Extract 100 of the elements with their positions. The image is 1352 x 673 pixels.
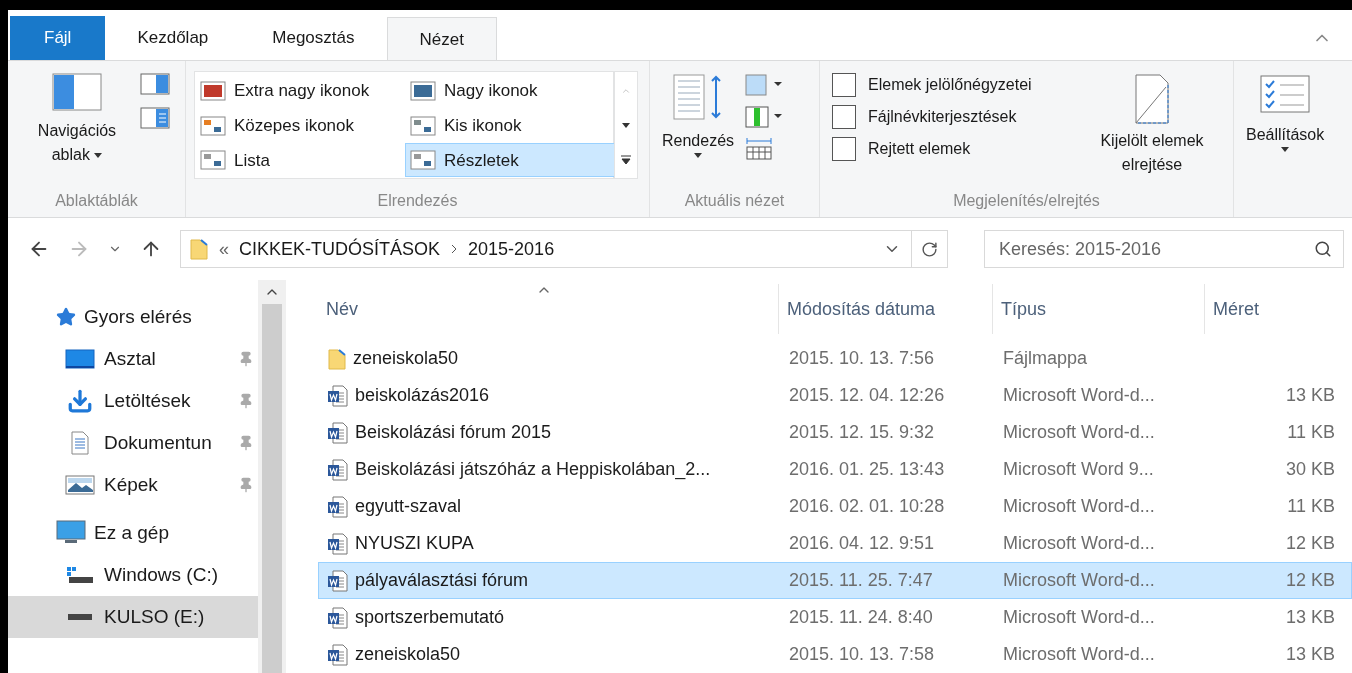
file-row[interactable]: beiskolázás2016 2015. 12. 04. 12:26 Microsoft Word-d... 13 KB xyxy=(318,377,1352,414)
column-header[interactable]: Név xyxy=(318,284,778,334)
type-cell-text: Fájlmappa xyxy=(1002,347,1089,370)
overflow-chevron[interactable]: « xyxy=(219,235,229,263)
checkbox[interactable] xyxy=(832,73,856,97)
checkbox[interactable] xyxy=(832,105,856,129)
file-name: zeneiskola50 xyxy=(353,347,459,370)
file-row[interactable]: sportszerbemutató 2015. 11. 24. 8:40 Microsoft Word-d... 13 KB xyxy=(318,599,1352,636)
navigation-pane-button[interactable]: Navigációs ablak xyxy=(22,73,132,189)
options-button[interactable]: Beállítások xyxy=(1246,75,1325,152)
nav-item[interactable]: Letöltések xyxy=(8,380,258,422)
file-name: beiskolázás2016 xyxy=(355,384,490,407)
type-cell-text: Microsoft Word-d... xyxy=(1002,421,1156,444)
file-name: sportszerbemutató xyxy=(355,606,505,629)
ribbon-tab[interactable]: Nézet xyxy=(386,17,497,61)
column-header[interactable]: Típus xyxy=(992,284,1204,334)
size-cell: 12 KB xyxy=(1285,533,1335,553)
breadcrumb-chevron-icon[interactable] xyxy=(450,244,459,254)
view-mode-icon xyxy=(200,115,226,136)
layout-option[interactable]: Kis ikonok xyxy=(405,108,615,143)
scrollbar[interactable] xyxy=(258,280,286,673)
word-document-icon xyxy=(327,569,349,592)
size-cell: 13 KB xyxy=(1285,385,1335,405)
column-header[interactable]: Módosítás dátuma xyxy=(778,284,992,334)
file-row[interactable]: egyutt-szaval 2016. 02. 01. 10:28 Microsoft Word-d... 11 KB xyxy=(318,488,1352,525)
details-pane-icon[interactable] xyxy=(140,107,170,131)
layout-option[interactable]: Lista xyxy=(195,143,405,178)
checkbox-label: Rejtett elemek xyxy=(868,139,971,159)
type-cell-text: Microsoft Word-d... xyxy=(1002,384,1156,407)
address-bar[interactable]: « CIKKEK-TUDÓSÍTÁSOK 2015-2016 xyxy=(180,230,948,268)
word-document-icon xyxy=(327,532,349,555)
expand-gallery-icon[interactable] xyxy=(621,155,631,165)
date-cell-text: 2015. 10. 13. 7:58 xyxy=(788,643,936,666)
folder-icon xyxy=(189,238,209,260)
pin-icon[interactable] xyxy=(238,435,254,451)
scrollbar-thumb[interactable] xyxy=(262,304,282,673)
navigation-pane-icon xyxy=(52,73,102,111)
scroll-down-icon xyxy=(622,123,630,128)
group-by-icon[interactable] xyxy=(744,73,785,97)
checkbox-label: Fájlnévkiterjesztések xyxy=(868,107,1017,127)
type-cell-text: Microsoft Word 9... xyxy=(1002,458,1155,481)
hidden-page-icon xyxy=(1132,73,1172,125)
refresh-icon[interactable] xyxy=(921,240,938,258)
ribbon-tab[interactable]: Megosztás xyxy=(240,16,387,60)
search-icon[interactable] xyxy=(1314,240,1332,258)
ribbon-tab[interactable]: Kezdőlap xyxy=(105,16,241,60)
computer-icon xyxy=(56,520,86,546)
checkbox[interactable] xyxy=(832,137,856,161)
breadcrumb[interactable]: CIKKEK-TUDÓSÍTÁSOK xyxy=(239,235,441,263)
nav-item[interactable]: Ez a gép xyxy=(8,512,258,554)
breadcrumb[interactable]: 2015-2016 xyxy=(468,235,555,263)
file-name: zeneiskola50 xyxy=(355,643,461,666)
word-document-icon xyxy=(327,643,349,666)
pin-icon[interactable] xyxy=(238,351,254,367)
hide-selected-button[interactable]: Kijelölt elemek elrejtése xyxy=(1082,73,1222,189)
date-cell-text: 2015. 11. 25. 7:47 xyxy=(788,569,934,592)
search-field[interactable]: Keresés: 2015-2016 xyxy=(984,230,1344,268)
size-cell: 13 KB xyxy=(1285,607,1335,627)
desktop-icon xyxy=(65,348,95,370)
view-mode-icon xyxy=(410,150,436,171)
file-name: Beiskolázási játszóház a Heppiskolában_2... xyxy=(355,458,711,482)
size-cell: 12 KB xyxy=(1285,570,1335,590)
file-name: pályaválasztási fórum xyxy=(355,569,529,592)
fit-columns-icon[interactable] xyxy=(744,137,775,161)
caret-icon xyxy=(1281,147,1290,152)
preview-pane-icon[interactable] xyxy=(140,73,170,97)
options-icon xyxy=(1260,75,1311,113)
layout-option[interactable]: Extra nagy ikonok xyxy=(195,74,405,108)
size-cell: 30 KB xyxy=(1285,459,1335,479)
word-document-icon xyxy=(327,495,349,518)
pin-icon[interactable] xyxy=(238,477,254,493)
file-name: NYUSZI KUPA xyxy=(355,532,474,555)
type-cell-text: Microsoft Word-d... xyxy=(1002,532,1156,555)
caret-icon xyxy=(694,153,702,158)
file-row[interactable]: pályaválasztási fórum 2015. 11. 25. 7:47 Microsoft Word-d... 12 KB xyxy=(318,562,1352,599)
nav-item[interactable]: KULSO (E:) xyxy=(8,596,258,638)
word-document-icon xyxy=(327,458,349,481)
file-row[interactable]: Beiskolázási fórum 2015 2015. 12. 15. 9:32 Microsoft Word-d... 11 KB xyxy=(318,414,1352,451)
nav-item[interactable]: Windows (C:) xyxy=(8,554,258,596)
file-row[interactable]: Beiskolázási játszóház a Heppiskolában_2... 2016. 01. 25. 13:43 Microsoft Word 9... 30 KB xyxy=(318,451,1352,488)
file-row[interactable]: zeneiskola50 2015. 10. 13. 7:58 Microsoft Word-d... 13 KB xyxy=(318,636,1352,673)
layout-option[interactable]: Közepes ikonok xyxy=(195,108,405,143)
file-row[interactable]: NYUSZI KUPA 2016. 04. 12. 9:51 Microsoft Word-d... 12 KB xyxy=(318,525,1352,562)
sort-button[interactable]: Rendezés xyxy=(662,73,735,189)
file-row[interactable]: zeneiskola50 2015. 10. 13. 7:56 Fájlmappa xyxy=(318,340,1352,377)
view-mode-icon xyxy=(410,115,436,136)
nav-item[interactable]: Dokumentun xyxy=(8,422,258,464)
view-mode-icon xyxy=(200,150,226,171)
nav-item[interactable]: Asztal xyxy=(8,338,258,380)
date-cell-text: 2016. 04. 12. 9:51 xyxy=(788,532,936,555)
ribbon-tab[interactable]: Fájl xyxy=(10,16,106,60)
nav-item[interactable]: Gyors elérés xyxy=(8,296,258,338)
nav-item[interactable]: Képek xyxy=(8,464,258,506)
drive-icon xyxy=(68,614,92,620)
column-header[interactable]: Méret xyxy=(1204,284,1344,334)
layout-option[interactable]: Részletek xyxy=(405,143,615,178)
pin-icon[interactable] xyxy=(238,393,254,409)
date-cell-text: 2016. 01. 25. 13:43 xyxy=(788,458,946,481)
layout-option[interactable]: Nagy ikonok xyxy=(405,74,615,108)
columns-icon[interactable] xyxy=(744,105,785,129)
